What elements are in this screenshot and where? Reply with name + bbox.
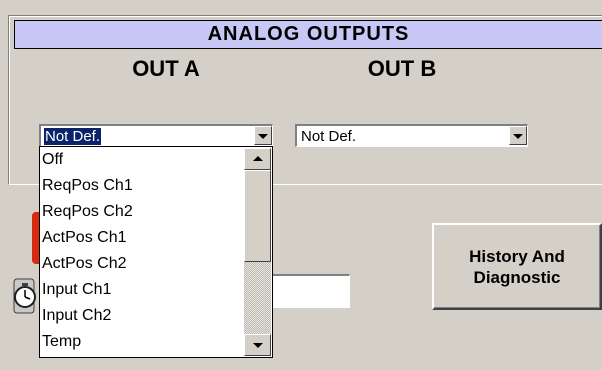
stopwatch-icon bbox=[13, 278, 36, 314]
scroll-up-button[interactable] bbox=[244, 148, 271, 170]
out-b-selected-value: Not Def. bbox=[301, 128, 357, 145]
out-a-dropdown-button[interactable] bbox=[254, 126, 272, 145]
options-scrollbar[interactable] bbox=[244, 148, 271, 356]
out-a-select[interactable]: Not Def. bbox=[39, 124, 273, 147]
option-actpos-ch2[interactable]: ActPos Ch2 bbox=[42, 252, 126, 276]
scroll-down-button[interactable] bbox=[244, 334, 271, 356]
out-b-label: OUT B bbox=[367, 56, 437, 81]
option-actpos-ch1[interactable]: ActPos Ch1 bbox=[42, 226, 126, 250]
scroll-thumb[interactable] bbox=[244, 170, 271, 262]
out-b-dropdown-button[interactable] bbox=[509, 126, 527, 145]
option-temp[interactable]: Temp bbox=[42, 330, 81, 354]
out-a-selected-value: Not Def. bbox=[44, 128, 102, 145]
history-and-diagnostic-button[interactable]: History And Diagnostic bbox=[432, 223, 602, 310]
option-off[interactable]: Off bbox=[42, 148, 63, 172]
option-input-ch2[interactable]: Input Ch2 bbox=[42, 304, 111, 328]
out-b-select[interactable]: Not Def. bbox=[295, 124, 528, 147]
out-a-options-list[interactable]: Off ReqPos Ch1 ReqPos Ch2 ActPos Ch1 Act… bbox=[39, 146, 273, 358]
out-a-label: OUT A bbox=[132, 56, 200, 81]
option-reqpos-ch1[interactable]: ReqPos Ch1 bbox=[42, 174, 133, 198]
value-input[interactable] bbox=[270, 274, 350, 308]
history-button-line1: History And bbox=[469, 246, 565, 266]
option-reqpos-ch2[interactable]: ReqPos Ch2 bbox=[42, 200, 133, 224]
analog-outputs-title: ANALOG OUTPUTS bbox=[14, 20, 602, 49]
option-input-ch1[interactable]: Input Ch1 bbox=[42, 278, 111, 302]
history-button-line2: Diagnostic bbox=[473, 267, 561, 287]
